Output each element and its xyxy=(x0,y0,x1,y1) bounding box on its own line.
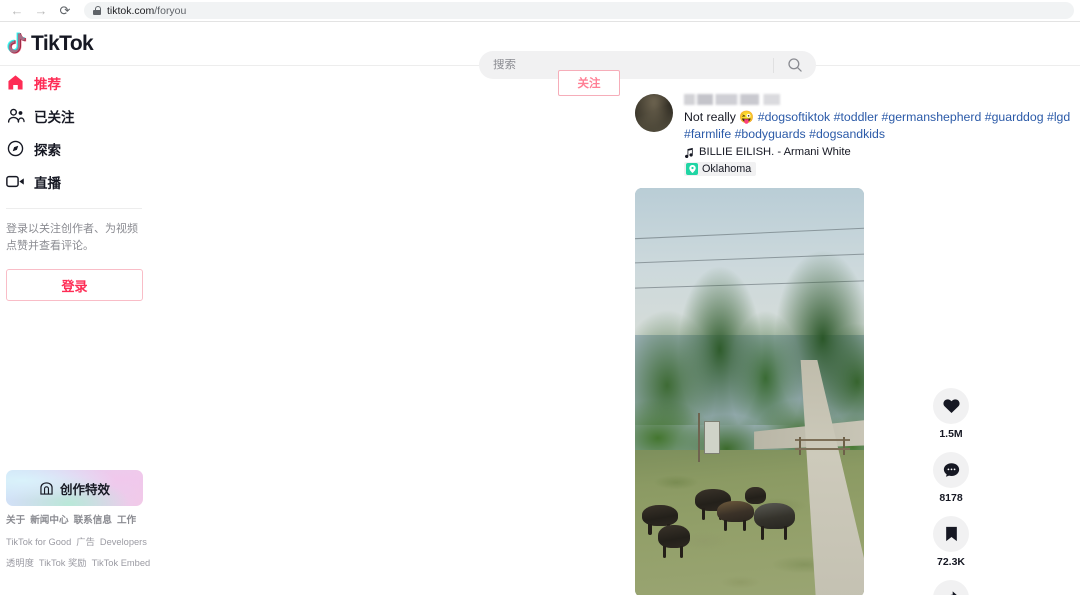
follow-button[interactable]: 关注 xyxy=(558,70,620,96)
footer-row-resources: 透明度 TikTok 奖励 TikTok Embeds xyxy=(6,556,150,570)
video-fence xyxy=(795,435,851,456)
video-player[interactable] xyxy=(635,188,864,595)
bookmark-count: 72.3K xyxy=(936,556,966,568)
footer-link[interactable]: TikTok Embeds xyxy=(92,558,150,568)
music-title: BILLIE EILISH. - Armani White xyxy=(699,146,851,158)
site-header: TikTok xyxy=(0,22,1080,79)
dog xyxy=(717,500,755,532)
sidebar-footer: 关于 新闻中心 联系信息 工作 TikTok for Good 广告 Developers… xyxy=(6,514,150,577)
avatar[interactable] xyxy=(635,94,673,132)
sidebar-label: 推荐 xyxy=(34,76,61,92)
music-row[interactable]: BILLIE EILISH. - Armani White xyxy=(684,146,1079,158)
bookmark-action: 72.3K xyxy=(925,516,977,568)
sidebar-label: 直播 xyxy=(34,175,61,191)
comment-count: 8178 xyxy=(939,492,963,504)
footer-row-company: 关于 新闻中心 联系信息 工作 xyxy=(6,514,150,528)
fence-post xyxy=(842,436,846,456)
hashtag[interactable]: #dogsandkids xyxy=(809,127,885,141)
action-rail: 1.5M 8178 72.3K xyxy=(925,388,977,595)
share-action: 12.1K xyxy=(925,580,977,595)
video-post: Not really 😜 #dogsoftiktok #toddler #ger… xyxy=(150,66,1080,595)
people-icon xyxy=(6,107,25,124)
address-bar[interactable]: tiktok.com/foryou xyxy=(84,2,1074,19)
username-redacted[interactable] xyxy=(684,94,780,105)
fence-post xyxy=(798,436,802,456)
hashtag[interactable]: #farmlife xyxy=(684,127,731,141)
share-arrow-icon xyxy=(950,591,957,595)
caption-text: Not really xyxy=(684,110,736,124)
post-caption: Not really 😜 #dogsoftiktok #toddler #ger… xyxy=(684,109,1079,142)
like-action: 1.5M xyxy=(925,388,977,440)
forward-arrow-icon[interactable]: → xyxy=(30,0,52,22)
post-content: Not really 😜 #dogsoftiktok #toddler #ger… xyxy=(684,94,1079,176)
video-gate xyxy=(703,421,720,454)
like-button[interactable] xyxy=(933,388,969,424)
sidebar-item-for-you[interactable]: 推荐 xyxy=(6,66,150,99)
live-video-icon xyxy=(6,174,25,189)
footer-row-programs: TikTok for Good 广告 Developers xyxy=(6,535,150,549)
comment-button[interactable] xyxy=(933,452,969,488)
browser-toolbar: ← → ⟳ tiktok.com/foryou xyxy=(0,0,1080,22)
home-icon xyxy=(6,74,25,91)
hashtag[interactable]: #bodyguards xyxy=(735,127,806,141)
effect-house-label: 创作特效 xyxy=(59,482,110,497)
location-badge[interactable]: Oklahoma xyxy=(684,162,757,176)
location-row[interactable]: Oklahoma xyxy=(684,162,1079,176)
sidebar-item-following[interactable]: 已关注 xyxy=(6,99,150,132)
footer-link[interactable]: Developers xyxy=(100,537,147,547)
main-feed: Not really 😜 #dogsoftiktok #toddler #ger… xyxy=(150,66,1080,595)
video-gate-post xyxy=(697,412,700,463)
comment-action: 8178 xyxy=(925,452,977,504)
bookmark-button[interactable] xyxy=(933,516,969,552)
lock-icon xyxy=(93,6,102,15)
hashtag[interactable]: #germanshepherd xyxy=(882,110,982,124)
hashtag[interactable]: #toddler xyxy=(834,110,878,124)
location-pin-icon xyxy=(686,163,698,175)
comment-icon xyxy=(943,463,959,477)
footer-link[interactable]: TikTok 奖励 xyxy=(39,558,87,568)
heart-icon xyxy=(942,399,960,413)
footer-link[interactable]: TikTok for Good xyxy=(6,537,71,547)
post-header: Not really 😜 #dogsoftiktok #toddler #ger… xyxy=(635,94,1080,176)
footer-link[interactable]: 工作 xyxy=(117,515,136,526)
footer-link[interactable]: 广告 xyxy=(76,537,95,547)
login-button[interactable]: 登录 xyxy=(6,269,143,301)
compass-icon xyxy=(6,140,25,157)
music-note-icon xyxy=(685,147,693,158)
footer-link[interactable]: 联系信息 xyxy=(74,515,112,526)
dog xyxy=(657,525,690,558)
back-arrow-icon[interactable]: ← xyxy=(6,0,28,22)
hashtag[interactable]: #lgd xyxy=(1047,110,1070,124)
hashtag[interactable]: #dogsoftiktok xyxy=(758,110,830,124)
dog xyxy=(754,502,796,541)
footer-link[interactable]: 关于 xyxy=(6,515,25,526)
location-name: Oklahoma xyxy=(702,163,752,175)
effect-house-icon xyxy=(40,481,53,495)
tiktok-logo[interactable]: TikTok xyxy=(0,31,143,56)
dog xyxy=(744,486,766,504)
sidebar-item-explore[interactable]: 探索 xyxy=(6,132,150,165)
tiktok-note-icon xyxy=(7,32,27,54)
like-count: 1.5M xyxy=(939,428,963,440)
sidebar: 推荐 已关注 探索 直播 登录以关注创作者、为视频点赞并查看评论。 登录 创作特… xyxy=(0,66,150,595)
sidebar-label: 探索 xyxy=(34,142,61,158)
footer-link[interactable]: 透明度 xyxy=(6,558,34,568)
url-text: tiktok.com/foryou xyxy=(107,4,187,17)
page-body: 推荐 已关注 探索 直播 登录以关注创作者、为视频点赞并查看评论。 登录 创作特… xyxy=(0,66,1080,595)
footer-link[interactable]: 新闻中心 xyxy=(30,515,68,526)
bookmark-icon xyxy=(945,526,957,542)
sidebar-item-live[interactable]: 直播 xyxy=(6,165,150,198)
sidebar-label: 已关注 xyxy=(34,109,75,125)
video-area: 1.5M 8178 72.3K xyxy=(635,188,1080,595)
share-button[interactable] xyxy=(933,580,969,595)
login-prompt-text: 登录以关注创作者、为视频点赞并查看评论。 xyxy=(6,223,138,252)
dog xyxy=(641,504,679,536)
logo-wordmark: TikTok xyxy=(30,31,95,56)
hashtag[interactable]: #guarddog xyxy=(985,110,1044,124)
reload-icon[interactable]: ⟳ xyxy=(54,0,76,22)
caption-emoji: 😜 xyxy=(739,110,755,124)
effect-house-button[interactable]: 创作特效 xyxy=(6,470,143,506)
